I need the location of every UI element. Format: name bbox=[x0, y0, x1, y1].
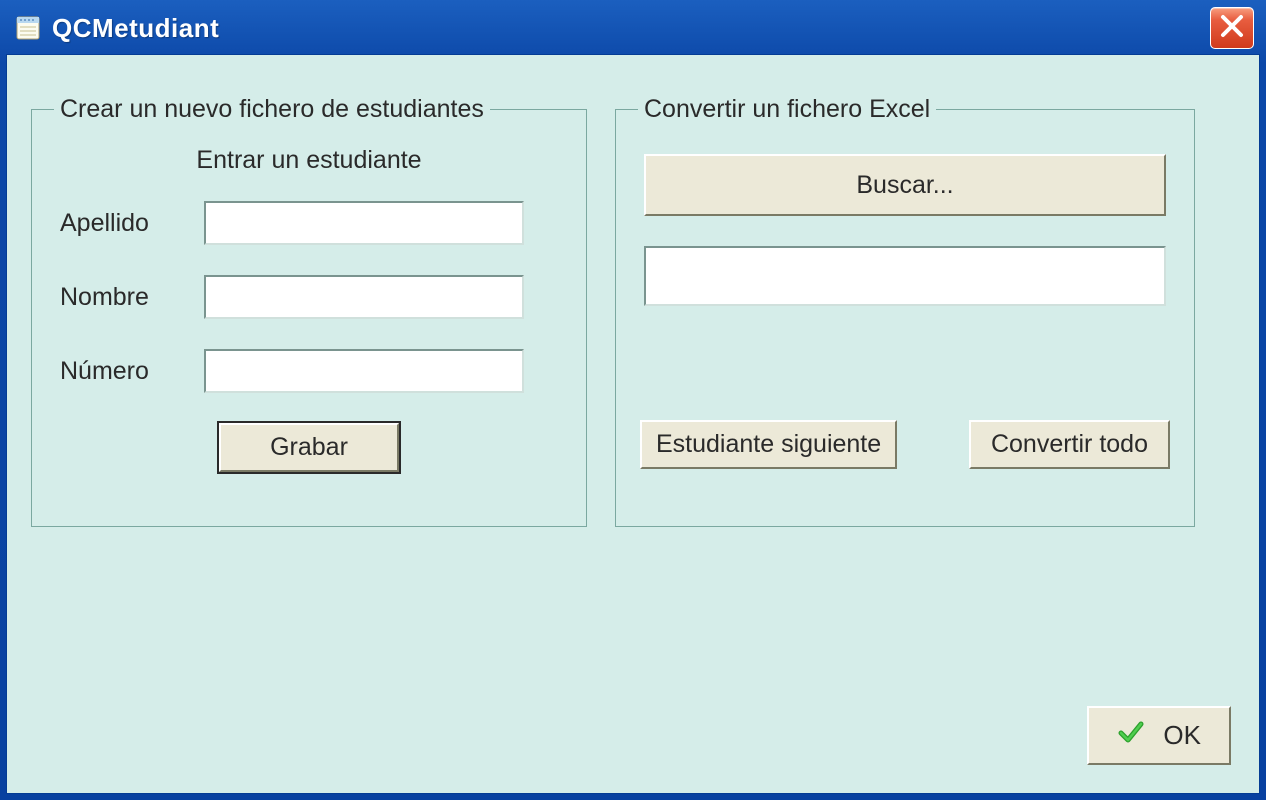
save-button[interactable]: Grabar bbox=[219, 423, 399, 472]
next-student-button[interactable]: Estudiante siguiente bbox=[640, 420, 897, 469]
convert-all-button[interactable]: Convertir todo bbox=[969, 420, 1170, 469]
label-nombre: Nombre bbox=[54, 283, 204, 312]
file-path-display[interactable] bbox=[644, 246, 1166, 306]
input-nombre[interactable] bbox=[204, 275, 524, 319]
ok-button[interactable]: OK bbox=[1087, 706, 1231, 765]
row-numero: Número bbox=[54, 349, 564, 393]
titlebar: QCMetudiant bbox=[6, 6, 1260, 54]
label-apellido: Apellido bbox=[54, 209, 204, 238]
ok-button-label: OK bbox=[1163, 720, 1201, 751]
row-nombre: Nombre bbox=[54, 275, 564, 319]
group-convert-excel: Convertir un fichero Excel Buscar... Est… bbox=[615, 95, 1195, 527]
label-numero: Número bbox=[54, 357, 204, 386]
group-create-subheader: Entrar un estudiante bbox=[54, 146, 564, 175]
app-window: QCMetudiant Crear un nuevo fichero de es… bbox=[0, 0, 1266, 800]
group-create-student-file: Crear un nuevo fichero de estudiantes En… bbox=[31, 95, 587, 527]
input-apellido[interactable] bbox=[204, 201, 524, 245]
browse-button[interactable]: Buscar... bbox=[644, 154, 1166, 216]
close-icon bbox=[1219, 13, 1245, 44]
save-button-row: Grabar bbox=[54, 423, 564, 472]
window-title: QCMetudiant bbox=[52, 13, 1210, 44]
check-icon bbox=[1117, 718, 1145, 753]
client-area: Crear un nuevo fichero de estudiantes En… bbox=[6, 54, 1260, 794]
app-icon bbox=[14, 14, 42, 42]
groupbox-row: Crear un nuevo fichero de estudiantes En… bbox=[31, 95, 1235, 527]
row-apellido: Apellido bbox=[54, 201, 564, 245]
group-convert-legend: Convertir un fichero Excel bbox=[638, 95, 936, 124]
convert-buttons-row: Estudiante siguiente Convertir todo bbox=[638, 420, 1172, 469]
group-create-legend: Crear un nuevo fichero de estudiantes bbox=[54, 95, 490, 124]
close-button[interactable] bbox=[1210, 7, 1254, 49]
ok-button-wrap: OK bbox=[1087, 706, 1231, 765]
input-numero[interactable] bbox=[204, 349, 524, 393]
